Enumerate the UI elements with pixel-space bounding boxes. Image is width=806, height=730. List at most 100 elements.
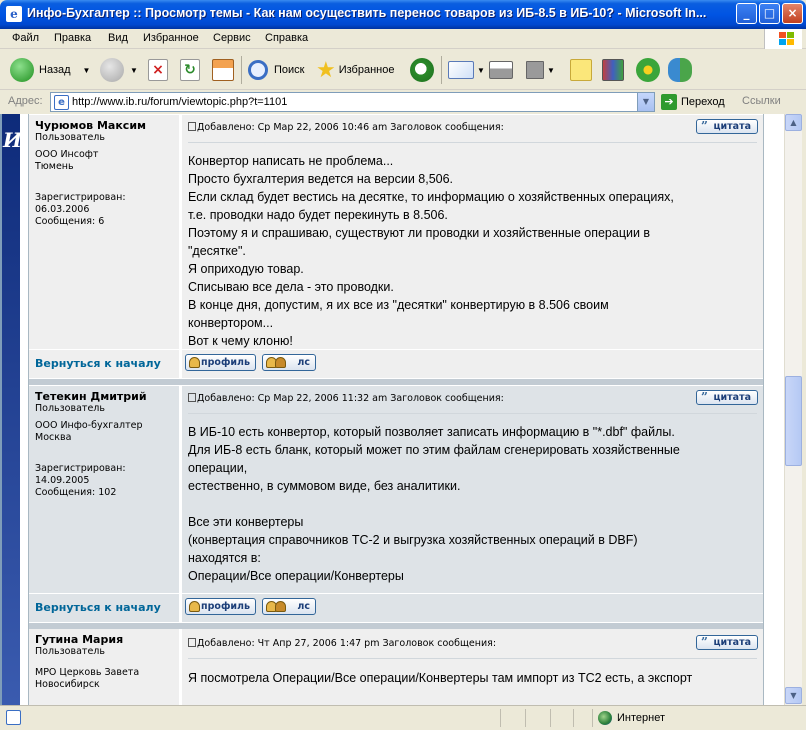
quote-button[interactable]: цитата <box>696 390 758 405</box>
history-icon <box>410 58 434 82</box>
security-zone: Интернет <box>598 711 665 725</box>
close-button[interactable]: × <box>782 3 803 24</box>
back-to-top-link[interactable]: Вернуться к началу <box>35 601 161 614</box>
author-role: Пользователь <box>35 403 105 414</box>
edit-button[interactable]: ▼ <box>526 55 555 85</box>
stop-icon: × <box>148 59 168 81</box>
author-name[interactable]: Гутина Мария <box>35 633 123 646</box>
author-role: Пользователь <box>35 132 105 143</box>
history-button[interactable] <box>410 55 434 85</box>
post: Чурюмов Максим Пользователь ООО Инсофт Т… <box>29 115 763 349</box>
pm-button[interactable]: лс <box>262 598 316 615</box>
mail-button[interactable]: ▼ <box>448 55 485 85</box>
post-header: Добавлено: Чт Апр 27, 2006 1:47 pm Загол… <box>188 638 496 649</box>
research-button[interactable] <box>602 55 624 85</box>
author-message-count: Сообщения: 6 <box>35 216 105 227</box>
author-registered-label: Зарегистрирован: <box>35 463 126 474</box>
post-footer: Вернуться к началу профиль лс <box>29 350 763 378</box>
post: Тетекин Дмитрий Пользователь ООО Инфо-бу… <box>29 386 763 593</box>
messenger-icon <box>668 58 692 82</box>
scroll-thumb[interactable] <box>785 376 802 466</box>
post-body: Добавлено: Ср Мар 22, 2006 10:46 am Заго… <box>182 115 763 349</box>
scroll-up-icon[interactable]: ▲ <box>785 114 802 131</box>
print-icon <box>489 61 513 79</box>
address-url[interactable]: http://www.ib.ru/forum/viewtopic.php?t=1… <box>72 96 287 108</box>
refresh-button[interactable]: ↻ <box>180 55 200 85</box>
browser-window: e Инфо-Бухгалтер :: Просмотр темы - Как … <box>0 0 806 730</box>
menu-favorites[interactable]: Избранное <box>143 32 199 44</box>
address-bar: Адрес: e http://www.ib.ru/forum/viewtopi… <box>0 91 806 113</box>
post-header: Добавлено: Ср Мар 22, 2006 11:32 am Заго… <box>188 393 504 404</box>
site-logo: И <box>3 128 22 152</box>
menu-file[interactable]: Файл <box>12 32 39 44</box>
back-to-top-link[interactable]: Вернуться к началу <box>35 357 161 370</box>
address-input[interactable]: e http://www.ib.ru/forum/viewtopic.php?t… <box>50 92 655 112</box>
quote-button[interactable]: цитата <box>696 635 758 650</box>
author-org: МРО Церковь Завета <box>35 667 140 678</box>
post-body: Добавлено: Чт Апр 27, 2006 1:47 pm Загол… <box>182 629 763 705</box>
menu-help[interactable]: Справка <box>265 32 308 44</box>
page-status-icon <box>6 710 21 725</box>
toolbar: Назад ▼ ▼ × ↻ Поиск ★ Избранное ▼ ▼ <box>0 50 806 90</box>
mail-icon <box>448 61 474 79</box>
links-button[interactable]: Ссылки <box>742 95 781 107</box>
quote-button[interactable]: цитата <box>696 119 758 134</box>
author-registered-date: 06.03.2006 <box>35 204 90 215</box>
author-city: Новосибирск <box>35 679 100 690</box>
search-button[interactable]: Поиск <box>248 55 304 85</box>
post-text: В ИБ-10 есть конвертор, который позволяе… <box>188 425 680 583</box>
forward-button[interactable]: ▼ <box>100 55 138 85</box>
page-viewport: И Чурюмов Максим Пользователь ООО Инсофт… <box>0 114 784 705</box>
menu-tools[interactable]: Сервис <box>213 32 251 44</box>
edit-icon <box>526 61 544 79</box>
windows-logo-icon <box>764 29 802 49</box>
research-icon <box>602 59 624 81</box>
address-dropdown-icon[interactable]: ▼ <box>637 93 654 111</box>
author-role: Пользователь <box>35 646 105 657</box>
stop-button[interactable]: × <box>148 55 168 85</box>
title-bar: e Инфо-Бухгалтер :: Просмотр темы - Как … <box>0 0 806 29</box>
vertical-scrollbar[interactable]: ▲ ▼ <box>784 114 802 705</box>
messenger-button[interactable] <box>668 55 692 85</box>
menu-view[interactable]: Вид <box>108 32 128 44</box>
home-icon <box>212 59 234 81</box>
minimize-button[interactable]: _ <box>736 3 757 24</box>
post-icon <box>188 393 196 402</box>
author-registered-date: 14.09.2005 <box>35 475 90 486</box>
address-label: Адрес: <box>8 95 43 107</box>
author-city: Москва <box>35 432 72 443</box>
discuss-button[interactable] <box>570 55 592 85</box>
menu-bar: Файл Правка Вид Избранное Сервис Справка <box>0 29 806 49</box>
go-button[interactable]: ➔ Переход <box>661 93 725 111</box>
status-bar: Интернет <box>0 705 806 730</box>
pm-button[interactable]: лс <box>262 354 316 371</box>
scroll-down-icon[interactable]: ▼ <box>785 687 802 704</box>
home-button[interactable] <box>212 55 234 85</box>
icq-flower-icon <box>636 58 660 82</box>
author-city: Тюмень <box>35 161 74 172</box>
go-arrow-icon: ➔ <box>661 94 677 110</box>
menu-edit[interactable]: Правка <box>54 32 91 44</box>
author-message-count: Сообщения: 102 <box>35 487 117 498</box>
post-icon <box>188 122 196 131</box>
author-name[interactable]: Чурюмов Максим <box>35 119 146 132</box>
author-name[interactable]: Тетекин Дмитрий <box>35 390 147 403</box>
profile-button[interactable]: профиль <box>185 598 256 615</box>
note-icon <box>570 59 592 81</box>
favorites-button[interactable]: ★ Избранное <box>316 55 394 85</box>
search-icon <box>248 60 268 80</box>
maximize-button[interactable]: □ <box>759 3 780 24</box>
post-text: Я посмотрела Операции/Все операции/Конве… <box>188 671 693 685</box>
post-footer: Вернуться к началу профиль лс <box>29 594 763 622</box>
forward-arrow-icon <box>100 58 124 82</box>
ie-icon: e <box>6 6 22 22</box>
profile-icon <box>189 601 200 612</box>
back-button[interactable]: Назад ▼ <box>10 55 90 85</box>
profile-icon <box>189 357 200 368</box>
icq-button[interactable] <box>636 55 660 85</box>
profile-button[interactable]: профиль <box>185 354 256 371</box>
print-button[interactable] <box>489 55 513 85</box>
back-arrow-icon <box>10 58 34 82</box>
page-icon: e <box>54 95 69 110</box>
site-side-banner: И <box>2 114 22 705</box>
